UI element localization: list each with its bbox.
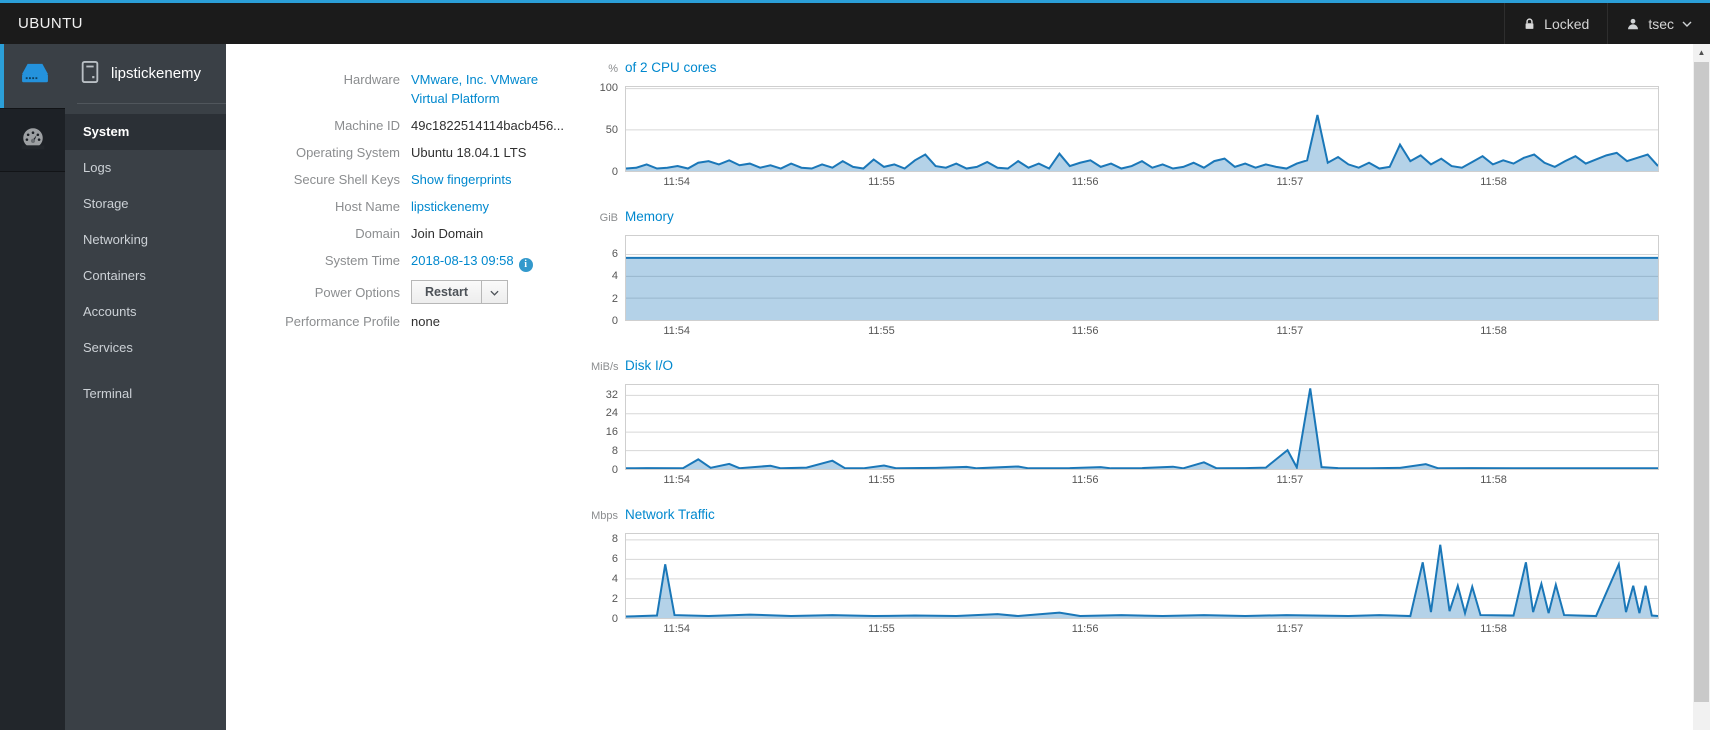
host-name-row-label: Host Name [334,199,400,214]
host-icon [79,60,101,88]
power-options-label: Power Options [314,284,400,300]
system-time-link[interactable]: 2018-08-13 09:58 [411,253,514,268]
join-domain-value[interactable]: Join Domain [411,224,576,243]
ssh-keys-label: Secure Shell Keys [293,172,400,187]
performance-profile-value: none [411,314,440,329]
domain-label: Domain [355,226,400,241]
sidebar-item-containers[interactable]: Containers [65,258,226,294]
memory-chart-title-link[interactable]: Memory [625,209,674,224]
locked-indicator[interactable]: Locked [1504,3,1607,44]
sidebar-divider [77,103,226,104]
brand-logo: UBUNTU [18,15,83,32]
cpu-chart-title-link[interactable]: of 2 CPU cores [625,60,717,75]
sidebar-item-logs[interactable]: Logs [65,150,226,186]
chevron-down-icon [1682,21,1692,27]
system-time-label: System Time [324,253,400,268]
host-name-label: lipstickenemy [111,65,202,82]
network-x-axis: 11:54 11:55 11:56 11:57 11:58 [663,623,1507,635]
cpu-y-axis: 100 50 0 [599,81,618,178]
disk-io-y-axis: 32 24 16 8 0 [605,388,618,476]
memory-y-axis: 6420 [611,247,618,327]
cpu-x-axis: 11:54 11:55 11:56 11:57 11:58 [663,176,1507,188]
sidebar-item-networking[interactable]: Networking [65,222,226,258]
hardware-label: Hardware [343,72,400,87]
app-switcher-strip [0,44,65,730]
sidebar-item-services[interactable]: Services [65,330,226,366]
dashboard-icon [20,125,46,156]
cpu-unit-label: % [608,63,618,75]
system-page: Hardware VMware, Inc. VMware Virtual Pla… [226,44,1693,730]
memory-plot-area[interactable] [625,235,1659,321]
locked-label: Locked [1544,15,1590,32]
cpu-chart: % of 2 CPU cores 100 50 0 11:54 11:55 11:56 1… [591,60,1659,192]
network-traffic-chart: Mbps Network Traffic 86420 11:54 11:55 11:… [591,507,1659,639]
info-row-hardware: Hardware VMware, Inc. VMware Virtual Pla… [246,70,591,108]
memory-x-axis: 11:54 11:55 11:56 11:57 11:58 [663,325,1507,337]
operating-system-label: Operating System [295,145,400,160]
network-y-axis: 86420 [611,533,618,625]
disk-io-unit-label: MiB/s [591,361,619,373]
user-icon [1626,17,1640,31]
disk-io-chart-title-link[interactable]: Disk I/O [625,358,673,373]
info-row-operating-system: Operating System Ubuntu 18.04.1 LTS [246,143,591,162]
info-row-power-options: Power Options Restart [246,280,591,304]
info-row-system-time: System Time 2018-08-13 09:58 i [246,251,591,272]
show-fingerprints-link[interactable]: Show fingerprints [411,172,511,187]
top-navbar: UBUNTU Locked tsec [0,0,1710,44]
sidebar: lipstickenemy System Logs Storage Networ… [65,44,226,730]
sidebar-host-header[interactable]: lipstickenemy [65,44,226,103]
disk-io-chart: MiB/s Disk I/O 32 24 16 8 0 11:54 11:55 11:56 1… [591,358,1659,490]
server-icon [20,62,50,91]
info-row-host-name: Host Name lipstickenemy [246,197,591,216]
scroll-up-icon[interactable]: ▲ [1693,44,1710,61]
vertical-scrollbar[interactable]: ▲ [1693,44,1710,730]
disk-io-x-axis: 11:54 11:55 11:56 11:57 11:58 [663,474,1507,486]
scrollbar-thumb[interactable] [1694,62,1709,702]
memory-unit-label: GiB [599,212,618,224]
info-row-performance-profile: Performance Profile none [246,312,591,331]
info-icon[interactable]: i [518,258,533,272]
hardware-link[interactable]: VMware, Inc. VMware Virtual Platform [411,72,538,106]
sidebar-item-system[interactable]: System [65,114,226,150]
machine-id-value: 49c1822514114bacb456... [411,118,565,133]
info-row-machine-id: Machine ID 49c1822514114bacb456... [246,116,591,135]
restart-button[interactable]: Restart [411,280,483,304]
machine-id-label: Machine ID [334,118,400,133]
info-row-ssh-keys: Secure Shell Keys Show fingerprints [246,170,591,189]
memory-chart: GiB Memory 6420 11:54 11:55 11:56 11:57 11:5… [591,209,1659,341]
dashboard-tab[interactable] [0,108,65,172]
charts-panel: % of 2 CPU cores 100 50 0 11:54 11:55 11:56 1… [591,60,1659,730]
host-name-link[interactable]: lipstickenemy [411,199,489,214]
info-row-domain: Domain Join Domain [246,224,591,243]
sidebar-item-terminal[interactable]: Terminal [65,376,226,412]
network-unit-label: Mbps [591,510,618,522]
performance-profile-label: Performance Profile [285,314,400,329]
sidebar-item-accounts[interactable]: Accounts [65,294,226,330]
host-server-tab[interactable] [0,44,65,108]
sidebar-item-storage[interactable]: Storage [65,186,226,222]
cpu-plot-area[interactable] [625,86,1659,172]
user-label: tsec [1648,15,1674,32]
user-menu[interactable]: tsec [1607,3,1710,44]
network-chart-title-link[interactable]: Network Traffic [625,507,715,522]
restart-dropdown-caret[interactable] [482,280,509,304]
network-plot-area[interactable] [625,533,1659,619]
system-info-panel: Hardware VMware, Inc. VMware Virtual Pla… [226,60,591,730]
lock-icon [1523,17,1536,31]
operating-system-value: Ubuntu 18.04.1 LTS [411,145,527,160]
disk-io-plot-area[interactable] [625,384,1659,470]
